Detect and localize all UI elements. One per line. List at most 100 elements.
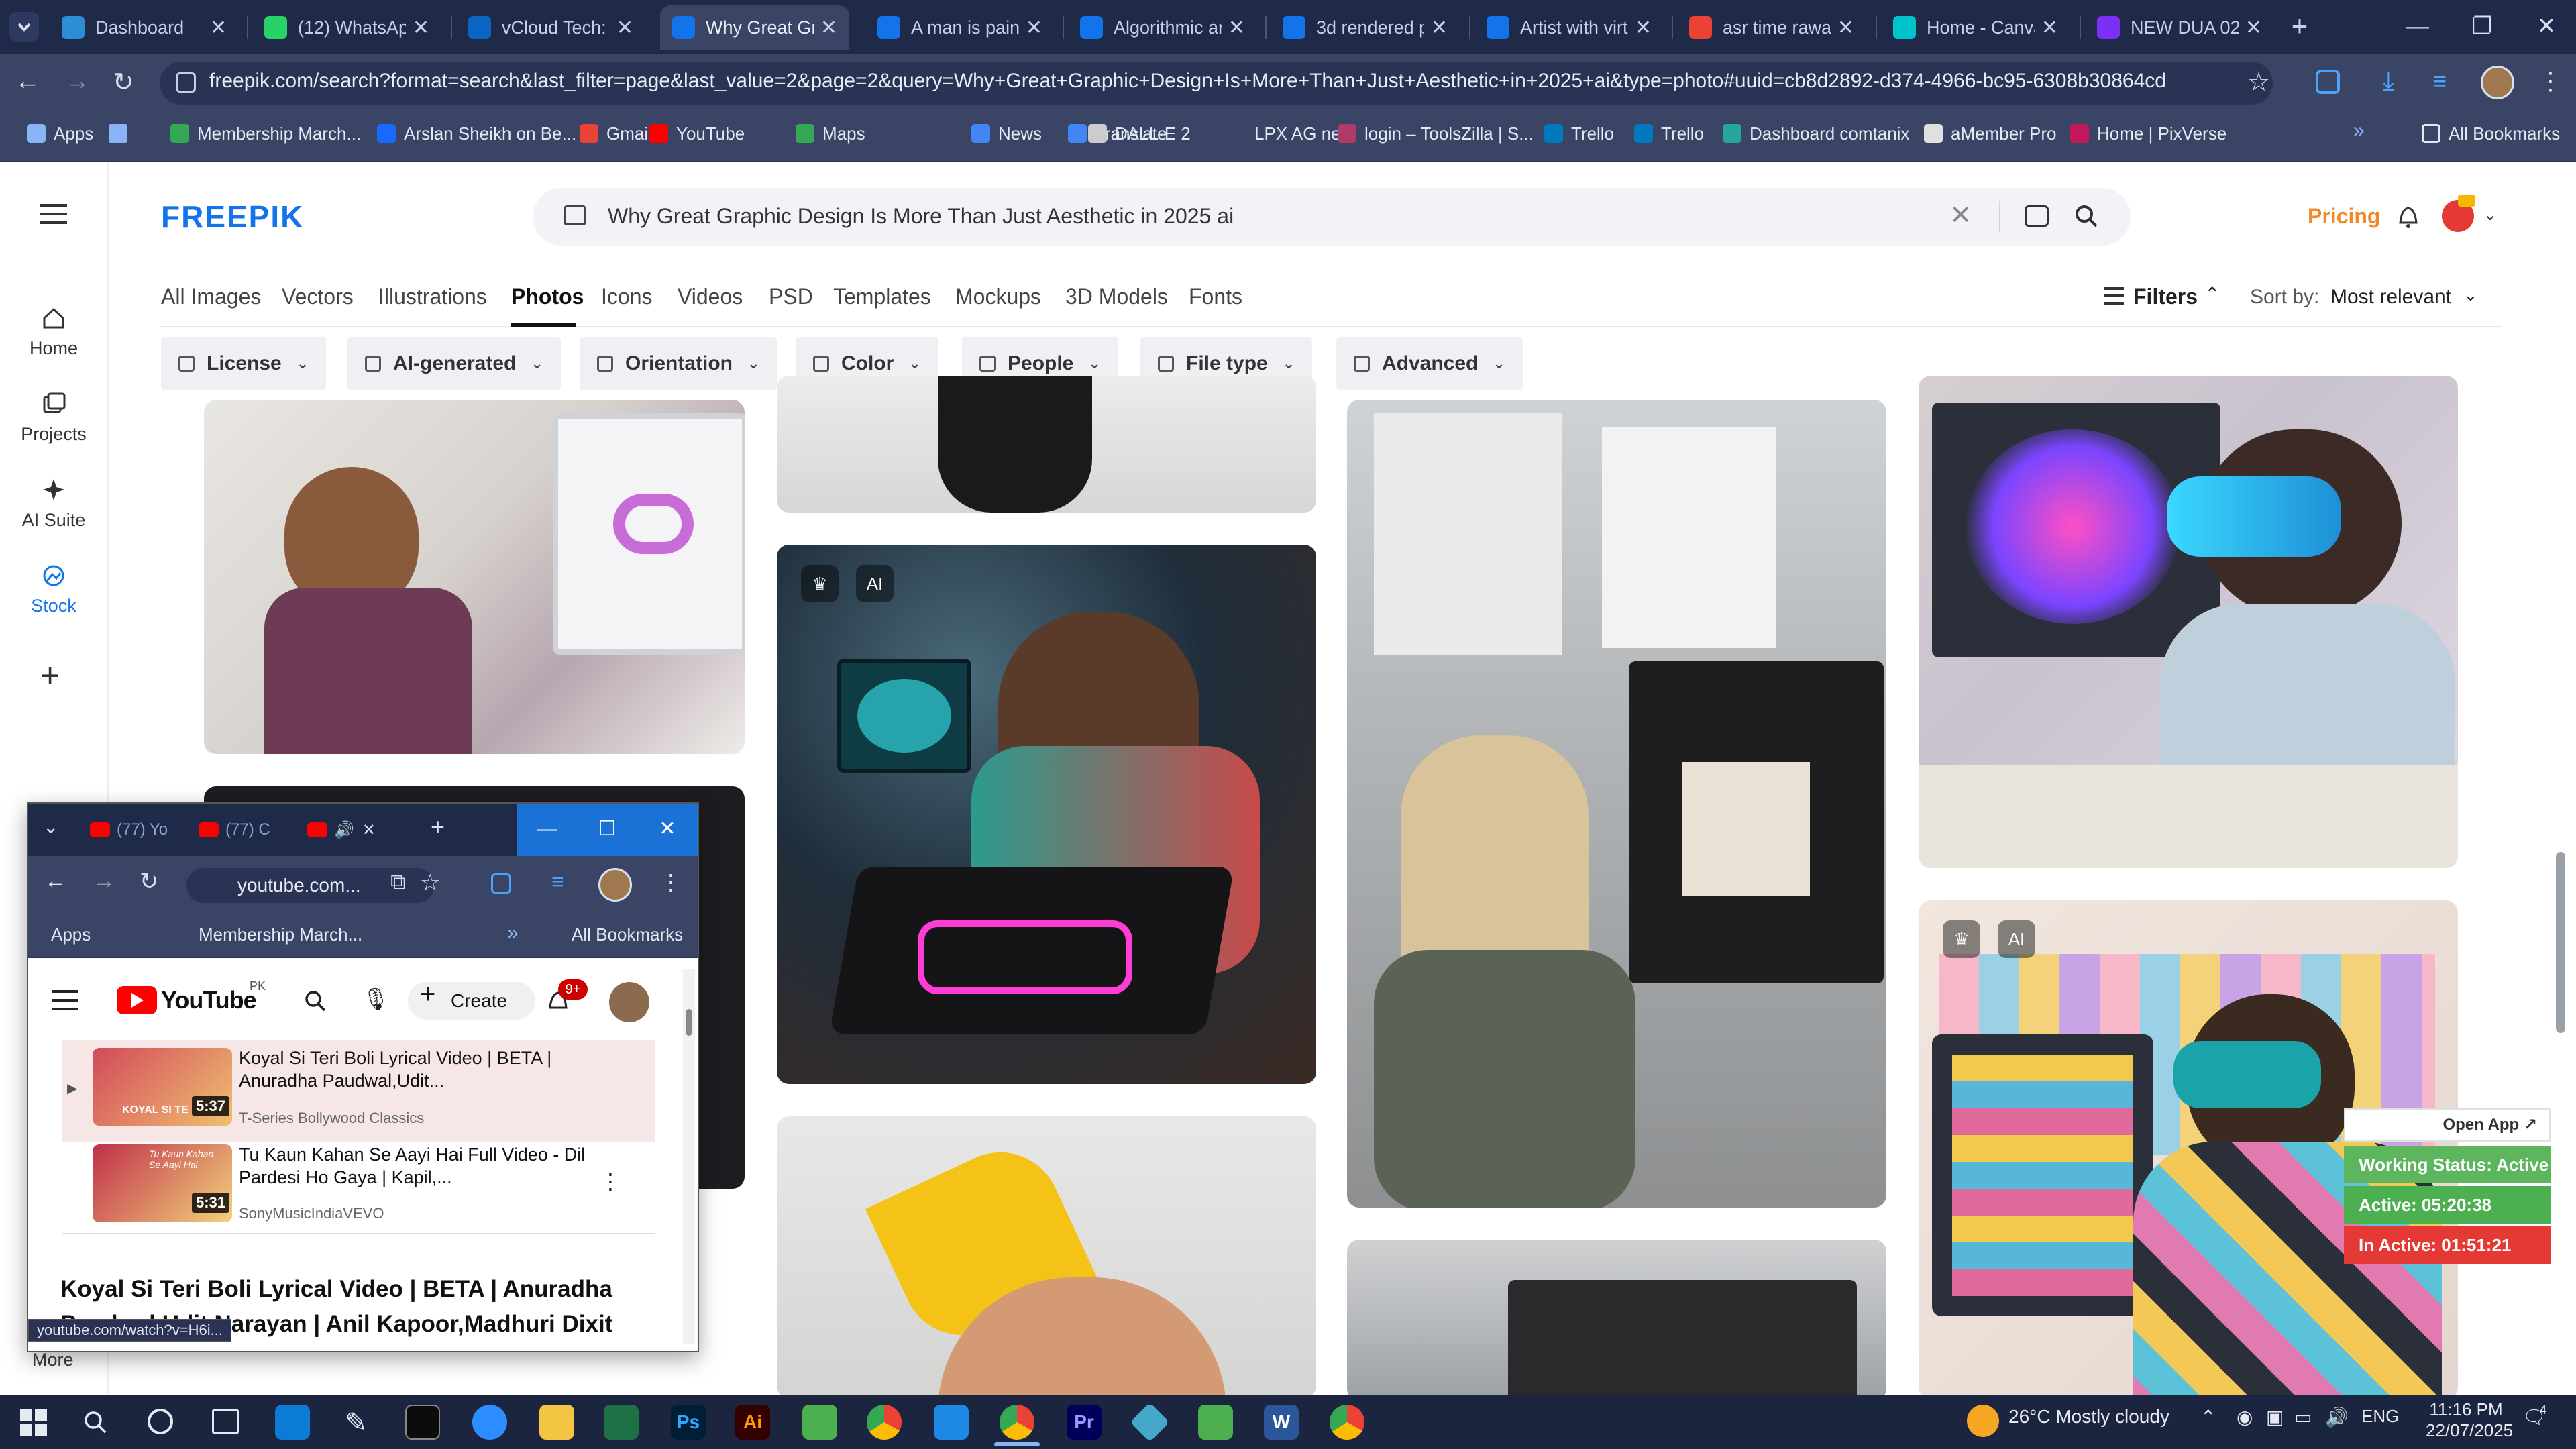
language-indicator[interactable]: ENG <box>2361 1406 2399 1427</box>
mini-tab-3[interactable]: 🔊 ✕ <box>307 817 376 843</box>
back-button[interactable]: ← <box>15 67 40 96</box>
tab-search-button[interactable] <box>9 12 39 42</box>
browser-tab[interactable]: A man is painti ✕ <box>865 5 1055 50</box>
bell-icon[interactable] <box>2395 203 2422 231</box>
category-tab[interactable]: Vectors <box>282 284 354 309</box>
apps-grid-icon[interactable] <box>109 118 136 149</box>
category-tab[interactable]: Fonts <box>1189 284 1242 309</box>
terminal-icon[interactable] <box>405 1405 440 1440</box>
nav-home[interactable]: Home <box>0 305 107 359</box>
forward-button[interactable]: → <box>64 67 90 96</box>
category-tab[interactable]: Illustrations <box>378 284 487 309</box>
microphone-icon[interactable]: 🎙 <box>362 986 390 1012</box>
all-bookmarks-button[interactable]: All Bookmarks <box>2422 118 2560 149</box>
tab-close-icon[interactable]: ✕ <box>1837 16 1854 40</box>
bookmark-item[interactable]: Apps <box>27 118 93 149</box>
windows-start-icon[interactable] <box>20 1409 47 1436</box>
search-icon[interactable] <box>2073 203 2100 229</box>
filter-button[interactable]: AI-generated ⌄ <box>347 337 561 390</box>
premiere-icon[interactable]: Pr <box>1067 1405 1102 1440</box>
browser-tab[interactable]: Artist with virt ✕ <box>1474 5 1664 50</box>
browser-tab[interactable]: NEW DUA 02 ✕ <box>2085 5 2274 50</box>
filters-toggle[interactable]: Filters <box>2133 284 2198 309</box>
category-tab[interactable]: Mockups <box>955 284 1041 309</box>
new-tab-button[interactable]: + <box>2282 9 2317 44</box>
bookmark-item[interactable]: Arslan Sheikh on Be... <box>377 118 576 149</box>
sort-dropdown[interactable]: Most relevant <box>2330 286 2451 309</box>
gallery-image[interactable] <box>1347 400 1886 1208</box>
mini-maximize-button[interactable]: ☐ <box>577 804 637 856</box>
mini-media-controls-icon[interactable]: ≡ <box>551 869 564 894</box>
mini-bookmark-star-icon[interactable]: ☆ <box>420 869 440 896</box>
pen-tool-icon[interactable]: ✎ <box>345 1407 368 1438</box>
weather-text[interactable]: 26°C Mostly cloudy <box>2008 1406 2169 1428</box>
tab-close-icon[interactable]: ✕ <box>616 16 633 40</box>
bookmark-item[interactable]: Dashboard comtanix <box>1723 118 1909 149</box>
browser-tab[interactable]: Algorithmic art ✕ <box>1068 5 1257 50</box>
bookmark-item[interactable]: News <box>971 118 1042 149</box>
tab-close-icon[interactable]: ✕ <box>413 16 429 40</box>
category-tab[interactable]: Videos <box>678 284 743 309</box>
close-window-button[interactable]: ✕ <box>2514 0 2576 54</box>
browser-tab[interactable]: Why Great Gra✕ <box>660 5 849 50</box>
page-scrollbar-thumb[interactable] <box>2556 852 2565 1033</box>
filters-icon[interactable] <box>2104 287 2124 305</box>
chrome-active-icon[interactable] <box>1000 1405 1034 1440</box>
chevron-up-icon[interactable]: ⌃ <box>2204 283 2220 305</box>
account-chevron-down-icon[interactable]: ⌄ <box>2483 205 2497 225</box>
bookmark-item[interactable]: login – ToolsZilla | S... <box>1338 118 1534 149</box>
browser-tab[interactable]: Dashboard ✕ <box>50 5 239 50</box>
youtube-wordmark[interactable]: YouTube <box>161 986 257 1014</box>
gallery-image[interactable] <box>777 376 1316 513</box>
mini-more-bookmarks-icon[interactable]: » <box>507 922 519 945</box>
maximize-window-button[interactable]: ❐ <box>2450 0 2514 54</box>
minimize-window-button[interactable]: — <box>2385 0 2450 54</box>
tab-close-icon[interactable]: ✕ <box>820 16 837 40</box>
chrome-icon[interactable] <box>867 1405 902 1440</box>
tab-close-icon[interactable]: ✕ <box>2245 16 2262 40</box>
youtube-avatar[interactable] <box>609 982 649 1022</box>
green-app-icon[interactable] <box>1198 1405 1233 1440</box>
media-controls-icon[interactable]: ≡ <box>2432 67 2447 95</box>
filter-button[interactable]: Orientation ⌄ <box>580 337 777 390</box>
chrome-icon[interactable] <box>1330 1405 1364 1440</box>
bookmark-item[interactable]: YouTube <box>649 118 745 149</box>
mini-install-icon[interactable]: ⧉ <box>390 869 406 895</box>
category-tab[interactable]: Photos <box>511 284 584 309</box>
bookmark-item[interactable]: Trello <box>1544 118 1614 149</box>
mini-membership-bookmark[interactable]: Membership March... <box>199 924 362 945</box>
bookmark-star-icon[interactable]: ☆ <box>2247 67 2270 97</box>
hamburger-menu-icon[interactable] <box>40 204 67 224</box>
category-tab[interactable]: PSD <box>769 284 813 309</box>
sort-chevron-down-icon[interactable]: ⌄ <box>2463 284 2478 305</box>
bookmark-item[interactable]: Gmail <box>580 118 652 149</box>
photoshop-icon[interactable]: Ps <box>671 1405 706 1440</box>
tray-chevron-up-icon[interactable]: ⌃ <box>2200 1406 2216 1428</box>
site-info-icon[interactable] <box>176 72 196 93</box>
mini-profile-avatar[interactable] <box>598 868 632 902</box>
tray-app-icon[interactable]: ◉ <box>2237 1406 2253 1428</box>
file-explorer-icon[interactable] <box>539 1405 574 1440</box>
mini-extension-icon[interactable] <box>491 873 511 894</box>
clear-search-icon[interactable]: ✕ <box>1949 200 1972 231</box>
nav-stock[interactable]: Stock <box>0 562 107 616</box>
more-bookmarks-chevron-icon[interactable]: » <box>2353 119 2365 142</box>
browser-menu-button[interactable]: ⋮ <box>2538 67 2563 95</box>
bookmark-item[interactable]: Membership March... <box>170 118 361 149</box>
category-tab[interactable]: All Images <box>161 284 261 309</box>
gallery-image[interactable] <box>1919 376 2458 868</box>
bookmark-item[interactable]: Home | PixVerse <box>2070 118 2226 149</box>
green-app-icon[interactable] <box>802 1405 837 1440</box>
tab-close-icon[interactable]: ✕ <box>1635 16 1652 40</box>
add-icon[interactable]: + <box>40 656 60 695</box>
freepik-logo[interactable]: FREEPIK <box>161 199 304 235</box>
bookmark-item[interactable]: Maps <box>796 118 865 149</box>
mini-apps-bookmark[interactable]: Apps <box>51 924 91 945</box>
mini-reload-button[interactable]: ↻ <box>140 868 159 895</box>
browser-tab[interactable]: vCloud Tech: Pa✕ <box>456 5 645 50</box>
tab-close-icon[interactable]: ✕ <box>2041 16 2058 40</box>
edge-icon[interactable] <box>275 1405 310 1440</box>
gallery-image[interactable]: ♛ AI <box>777 545 1316 1084</box>
tray-app2-icon[interactable]: ▣ <box>2266 1406 2284 1428</box>
mini-close-button[interactable]: ✕ <box>637 804 698 856</box>
